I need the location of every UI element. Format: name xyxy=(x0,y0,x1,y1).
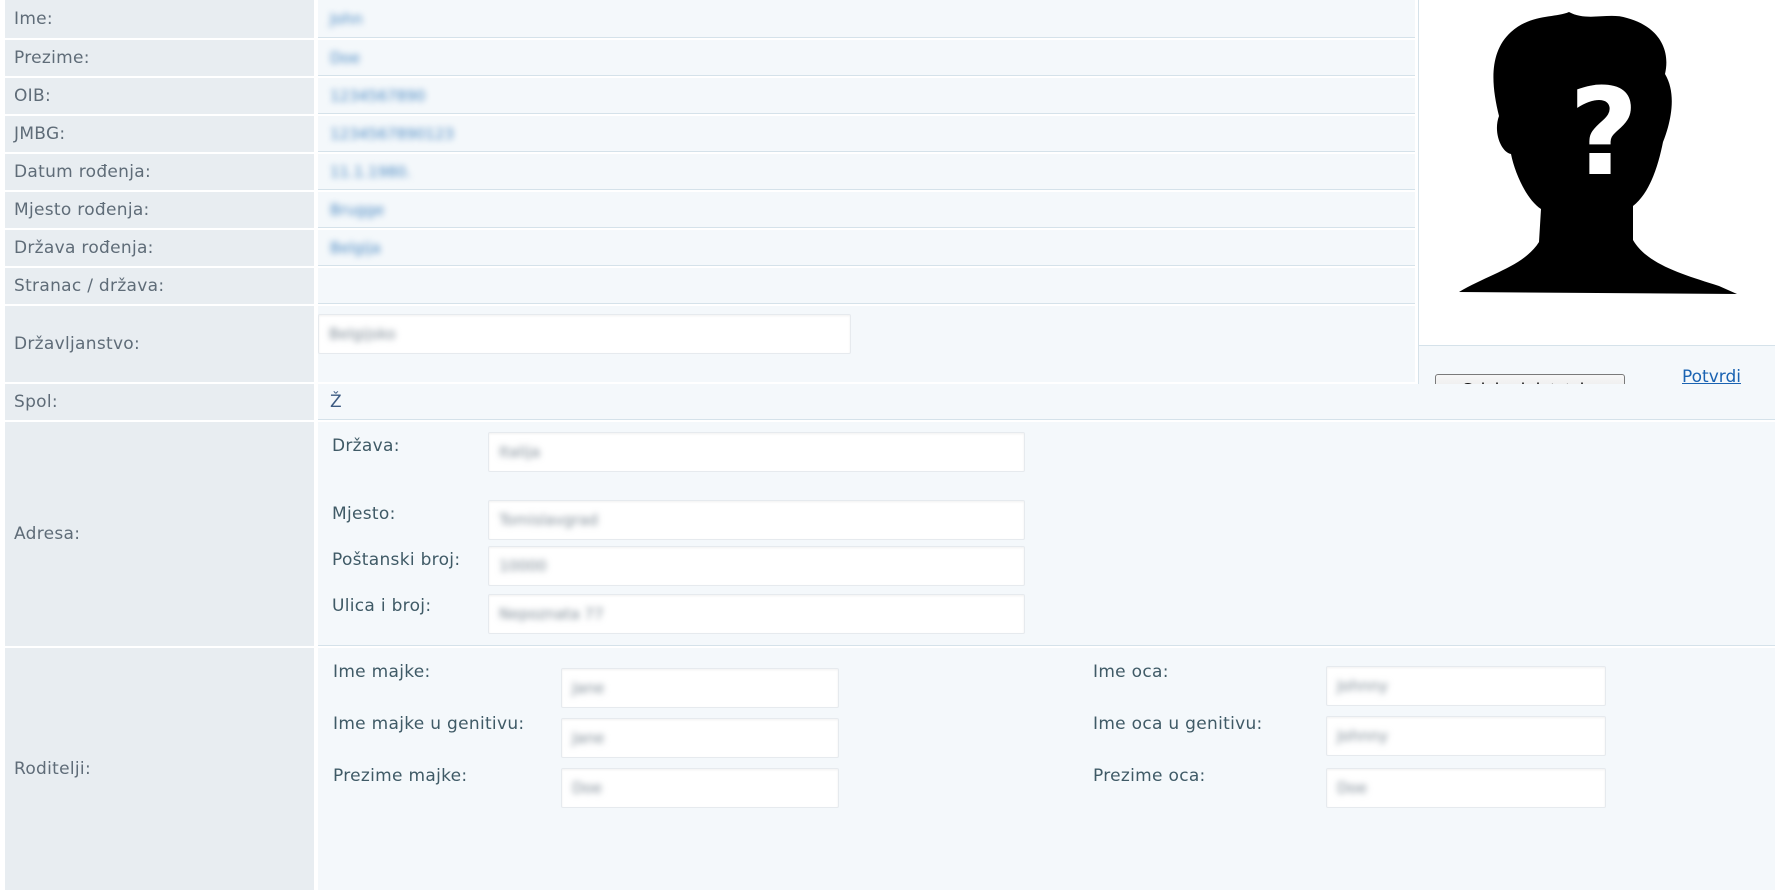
ime-oca-label: Ime oca: xyxy=(1093,662,1169,682)
ime-majke-genitiv-input[interactable]: Jane xyxy=(561,718,839,758)
ime-value: John xyxy=(330,9,363,28)
stranac-value-cell xyxy=(318,268,1415,304)
mjesto-rodenja-value: Brugge xyxy=(330,200,385,219)
adresa-drzava-input[interactable]: Italija xyxy=(488,432,1025,472)
prezime-value: Doe xyxy=(330,48,360,67)
unknown-person-silhouette-icon: ? xyxy=(1459,12,1737,294)
oib-label: OIB: xyxy=(5,78,316,114)
jmbg-label: JMBG: xyxy=(5,116,316,152)
row-adresa: Adresa: Država: Italija Mjesto: Tomislav… xyxy=(5,422,1775,648)
jmbg-value-cell: 1234567890123 xyxy=(318,116,1415,152)
mjesto-rodenja-value-cell: Brugge xyxy=(318,192,1415,228)
adresa-ulica-label: Ulica i broj: xyxy=(332,596,432,616)
prezime-oca-input[interactable]: Doe xyxy=(1326,768,1606,808)
adresa-drzava-label: Država: xyxy=(332,436,400,456)
adresa-postanski-value: 10000 xyxy=(499,557,547,575)
prezime-value-cell: Doe xyxy=(318,40,1415,76)
adresa-ulica-input[interactable]: Nepoznata 77 xyxy=(488,594,1025,634)
ime-oca-genitiv-value: Johnny xyxy=(1337,727,1388,745)
spol-value-cell: Ž xyxy=(318,384,1775,420)
adresa-ulica-value: Nepoznata 77 xyxy=(499,605,604,623)
mjesto-rodenja-label: Mjesto rođenja: xyxy=(5,192,316,228)
prezime-label: Prezime: xyxy=(5,40,316,76)
adresa-mjesto-value: Tomislavgrad xyxy=(499,511,599,529)
person-form: Ime: John Prezime: Doe OIB: 1234567890 J… xyxy=(5,0,1775,892)
prezime-oca-value: Doe xyxy=(1337,779,1367,797)
adresa-postanski-input[interactable]: 10000 xyxy=(488,546,1025,586)
roditelji-section: Ime majke: Jane Ime majke u genitivu: Ja… xyxy=(318,648,1775,890)
ime-majke-label: Ime majke: xyxy=(333,662,431,682)
datum-rodenja-value-cell: 11.1.1980. xyxy=(318,154,1415,190)
ime-majke-value: Jane xyxy=(572,679,605,697)
stranac-label: Stranac / država: xyxy=(5,268,316,304)
adresa-mjesto-label: Mjesto: xyxy=(332,504,396,524)
oib-value: 1234567890 xyxy=(330,86,426,105)
prezime-oca-label: Prezime oca: xyxy=(1093,766,1206,786)
datum-rodenja-value: 11.1.1980. xyxy=(330,162,412,181)
ime-majke-genitiv-value: Jane xyxy=(572,729,605,747)
ime-label: Ime: xyxy=(5,0,316,38)
drzavljanstvo-value-cell: Belgijsko xyxy=(318,306,1415,382)
drzavljanstvo-value: Belgijsko xyxy=(329,325,396,343)
drzava-rodenja-value-cell: Belgija xyxy=(318,230,1415,266)
prezime-majke-input[interactable]: Doe xyxy=(561,768,839,808)
drzava-rodenja-value: Belgija xyxy=(330,238,381,257)
drzavljanstvo-input[interactable]: Belgijsko xyxy=(318,314,851,354)
svg-text:?: ? xyxy=(1569,64,1639,203)
ime-oca-genitiv-input[interactable]: Johnny xyxy=(1326,716,1606,756)
prezime-majke-label: Prezime majke: xyxy=(333,766,468,786)
ime-oca-value: Johnny xyxy=(1337,677,1388,695)
drzavljanstvo-label: Državljanstvo: xyxy=(5,306,316,382)
adresa-section: Država: Italija Mjesto: Tomislavgrad Poš… xyxy=(318,422,1775,646)
drzava-rodenja-label: Država rođenja: xyxy=(5,230,316,266)
row-roditelji: Roditelji: Ime majke: Jane Ime majke u g… xyxy=(5,648,1775,892)
spol-value: Ž xyxy=(330,391,342,412)
oib-value-cell: 1234567890 xyxy=(318,78,1415,114)
jmbg-value: 1234567890123 xyxy=(330,124,455,143)
ime-oca-genitiv-label: Ime oca u genitivu: xyxy=(1093,714,1263,734)
adresa-drzava-value: Italija xyxy=(499,443,541,461)
ime-value-cell: John xyxy=(318,0,1415,38)
adresa-mjesto-input[interactable]: Tomislavgrad xyxy=(488,500,1025,540)
ime-oca-input[interactable]: Johnny xyxy=(1326,666,1606,706)
row-spol: Spol: Ž xyxy=(5,384,1775,422)
adresa-postanski-label: Poštanski broj: xyxy=(332,550,461,570)
datum-rodenja-label: Datum rođenja: xyxy=(5,154,316,190)
spol-label: Spol: xyxy=(5,384,316,420)
ime-majke-genitiv-label: Ime majke u genitivu: xyxy=(333,714,525,734)
prezime-majke-value: Doe xyxy=(572,779,602,797)
ime-majke-input[interactable]: Jane xyxy=(561,668,839,708)
roditelji-label: Roditelji: xyxy=(5,648,316,890)
adresa-label: Adresa: xyxy=(5,422,316,646)
